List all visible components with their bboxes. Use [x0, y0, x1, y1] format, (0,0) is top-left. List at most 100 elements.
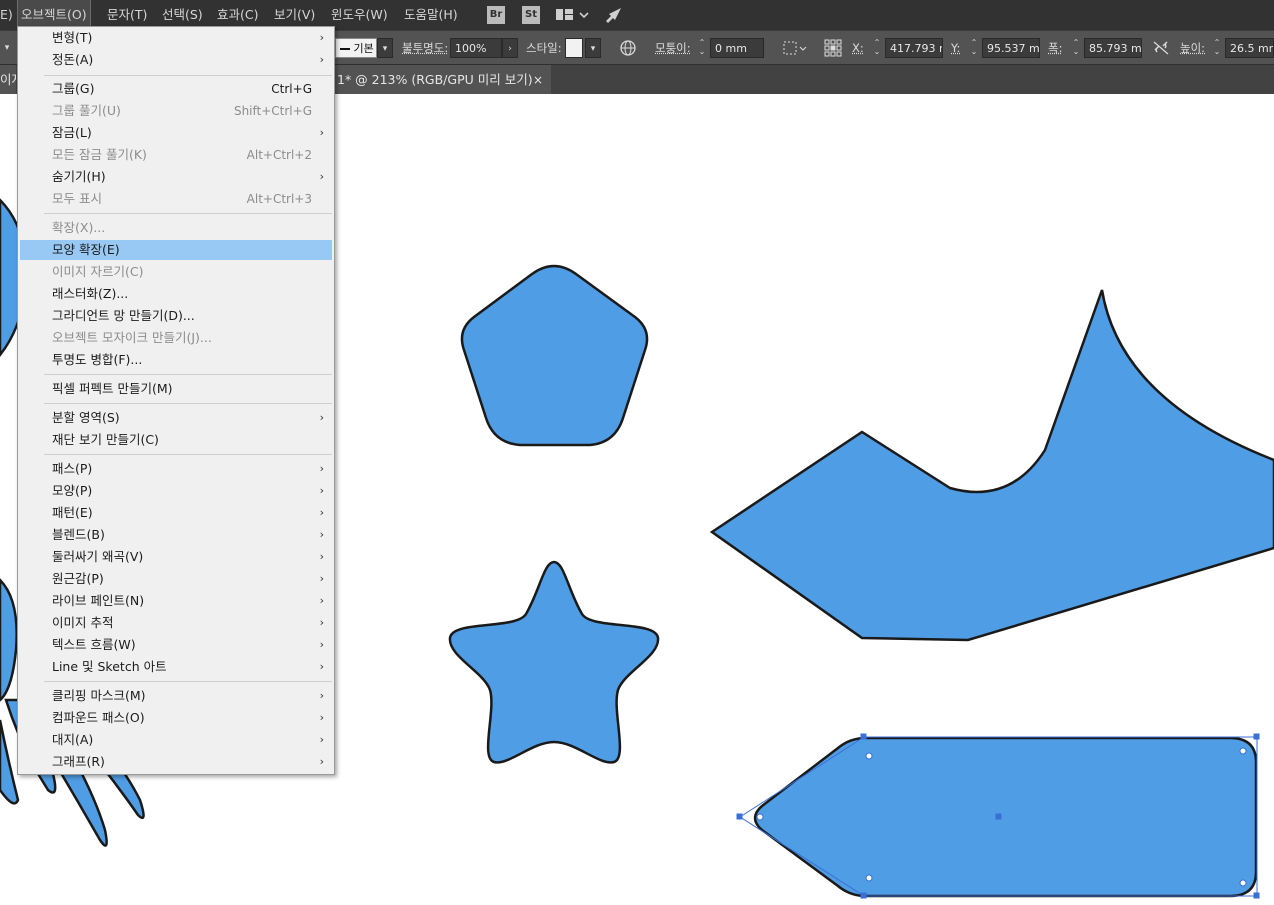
menu-item-label: 모양 확장(E)	[52, 242, 120, 257]
menu-item-expand[interactable]: 확장(X)...	[20, 218, 332, 238]
menu-item-show-all[interactable]: 모두 표시 Alt+Ctrl+3	[20, 189, 332, 209]
menu-separator	[44, 374, 332, 375]
style-label: 스타일:	[526, 41, 562, 55]
bridge-icon[interactable]: Br	[487, 6, 505, 24]
x-label[interactable]: X:	[852, 31, 864, 65]
menu-edit-partial[interactable]: E)	[0, 0, 13, 30]
menu-separator	[44, 213, 332, 214]
menu-item-label: 클리핑 마스크(M)	[52, 688, 146, 703]
width-input[interactable]: 85.793 mm	[1084, 38, 1142, 58]
menu-item-group[interactable]: 그룹(G) Ctrl+G	[20, 79, 332, 99]
menu-item-shape[interactable]: 모양(P) ›	[20, 481, 332, 501]
menu-item-artboards[interactable]: 대지(A) ›	[20, 730, 332, 750]
menu-window[interactable]: 윈도우(W)	[331, 0, 388, 30]
menu-item-image-trace[interactable]: 이미지 추적 ›	[20, 613, 332, 633]
menu-item-label: 이미지 추적	[52, 615, 114, 630]
menu-item-gradient-mesh[interactable]: 그라디언트 망 만들기(D)...	[20, 306, 332, 326]
menu-item-label: 확장(X)...	[52, 220, 106, 235]
menu-item-object-mosaic[interactable]: 오브젝트 모자이크 만들기(J)...	[20, 328, 332, 348]
link-proportions-icon[interactable]	[1152, 40, 1170, 56]
menu-item-label: 모든 잠금 풀기(K)	[52, 147, 147, 162]
close-icon[interactable]: ×	[533, 65, 543, 95]
menu-item-lock[interactable]: 잠금(L) ›	[20, 123, 332, 143]
menu-item-compound-path[interactable]: 컴파운드 패스(O) ›	[20, 708, 332, 728]
opacity-arrow[interactable]: ›	[502, 38, 518, 58]
corner-stepper[interactable]: ⌃ ⌄	[696, 38, 708, 58]
corner-input[interactable]: 0 mm	[710, 38, 764, 58]
y-stepper[interactable]: ⌃ ⌄	[968, 38, 980, 58]
height-input[interactable]: 26.5 mm	[1225, 38, 1274, 58]
menu-item-transform[interactable]: 변형(T) ›	[20, 28, 332, 48]
menu-item-perspective[interactable]: 원근감(P) ›	[20, 569, 332, 589]
menu-item-envelope-distort[interactable]: 둘러싸기 왜곡(V) ›	[20, 547, 332, 567]
menu-item-label: 컴파운드 패스(O)	[52, 710, 145, 725]
transform-origin-icon[interactable]	[782, 39, 808, 57]
menu-item-path[interactable]: 패스(P) ›	[20, 459, 332, 479]
tab-previous[interactable]: 이자	[0, 65, 16, 95]
menu-item-unlock-all[interactable]: 모든 잠금 풀기(K) Alt+Ctrl+2	[20, 145, 332, 165]
submenu-arrow-icon: ›	[319, 170, 324, 183]
x-input[interactable]: 417.793 m	[885, 38, 943, 58]
width-label[interactable]: 폭:	[1048, 31, 1062, 65]
object-menu-dropdown: 변형(T) › 정돈(A) › 그룹(G) Ctrl+G 그룹 풀기(U) Shift+…	[17, 26, 335, 775]
menu-item-expand-appearance[interactable]: 모양 확장(E)	[20, 240, 332, 260]
submenu-arrow-icon: ›	[319, 660, 324, 673]
submenu-arrow-icon: ›	[319, 572, 324, 585]
curved-polygon-shape[interactable]	[709, 289, 1274, 642]
menu-item-clipping-mask[interactable]: 클리핑 마스크(M) ›	[20, 686, 332, 706]
globe-icon[interactable]	[619, 39, 637, 57]
y-label[interactable]: Y:	[951, 31, 960, 65]
menu-item-label: 이미지 자르기(C)	[52, 264, 144, 279]
corner-label[interactable]: 모퉁이:	[655, 31, 691, 65]
reference-point-icon[interactable]	[823, 38, 843, 58]
menu-item-crop-image[interactable]: 이미지 자르기(C)	[20, 262, 332, 282]
rocket-icon[interactable]	[603, 6, 625, 24]
menu-item-label: 블렌드(B)	[52, 527, 105, 542]
graphic-style-dropdown[interactable]: ▾	[585, 38, 601, 58]
chevron-down-icon[interactable]: ▾	[0, 38, 14, 58]
menu-item-rasterize[interactable]: 래스터화(Z)...	[20, 284, 332, 304]
submenu-arrow-icon: ›	[319, 689, 324, 702]
workspace-layout-icon[interactable]	[555, 6, 591, 24]
menu-item-graph[interactable]: 그래프(R) ›	[20, 752, 332, 772]
menu-item-blend[interactable]: 블렌드(B) ›	[20, 525, 332, 545]
x-stepper[interactable]: ⌃ ⌄	[871, 38, 883, 58]
stroke-profile-dropdown[interactable]: ▾	[377, 38, 393, 58]
opacity-input[interactable]: 100%	[450, 38, 502, 58]
width-stepper[interactable]: ⌃ ⌄	[1070, 38, 1082, 58]
menu-item-flatten-transparency[interactable]: 투명도 병합(F)...	[20, 350, 332, 370]
menu-item-label: 패스(P)	[52, 461, 93, 476]
menu-item-pixel-perfect[interactable]: 픽셀 퍼펙트 만들기(M)	[20, 379, 332, 399]
tab-current-document[interactable]: 1* @ 213% (RGB/GPU 미리 보기)	[335, 65, 551, 95]
height-stepper[interactable]: ⌃ ⌄	[1211, 38, 1223, 58]
submenu-arrow-icon: ›	[319, 594, 324, 607]
stroke-profile-value: 기본	[353, 42, 374, 55]
graphic-style-swatch[interactable]	[565, 38, 583, 58]
rounded-pentagon-shape[interactable]	[460, 264, 649, 447]
menu-item-live-paint[interactable]: 라이브 페인트(N) ›	[20, 591, 332, 611]
menu-item-ungroup[interactable]: 그룹 풀기(U) Shift+Ctrl+G	[20, 101, 332, 121]
menu-item-shortcut: Shift+Ctrl+G	[233, 104, 312, 118]
menu-item-label: 투명도 병합(F)...	[52, 352, 143, 367]
menu-help[interactable]: 도움말(H)	[404, 0, 458, 30]
y-input[interactable]: 95.537 mm	[982, 38, 1040, 58]
menu-item-shortcut: Ctrl+G	[271, 82, 312, 96]
opacity-label[interactable]: 불투명도:	[402, 31, 448, 65]
menu-item-label: 잠금(L)	[52, 125, 92, 140]
menu-item-arrange[interactable]: 정돈(A) ›	[20, 50, 332, 70]
menu-item-label: 텍스트 흐름(W)	[52, 637, 136, 652]
menu-item-line-sketch-art[interactable]: Line 및 Sketch 아트 ›	[20, 657, 332, 677]
stroke-profile-field[interactable]: 기본	[335, 38, 377, 58]
menu-item-slice[interactable]: 분할 영역(S) ›	[20, 408, 332, 428]
menu-item-trim-view[interactable]: 재단 보기 만들기(C)	[20, 430, 332, 450]
selected-arrow-banner-shape[interactable]	[753, 736, 1258, 898]
rounded-star-shape[interactable]	[448, 560, 660, 764]
menu-item-text-wrap[interactable]: 텍스트 흐름(W) ›	[20, 635, 332, 655]
menu-item-label: 래스터화(Z)...	[52, 286, 129, 301]
menu-item-hide[interactable]: 숨기기(H) ›	[20, 167, 332, 187]
height-label[interactable]: 높이:	[1180, 31, 1205, 65]
menu-item-label: 둘러싸기 왜곡(V)	[52, 549, 144, 564]
submenu-arrow-icon: ›	[319, 484, 324, 497]
stock-icon[interactable]: St	[522, 6, 540, 24]
menu-item-pattern[interactable]: 패턴(E) ›	[20, 503, 332, 523]
